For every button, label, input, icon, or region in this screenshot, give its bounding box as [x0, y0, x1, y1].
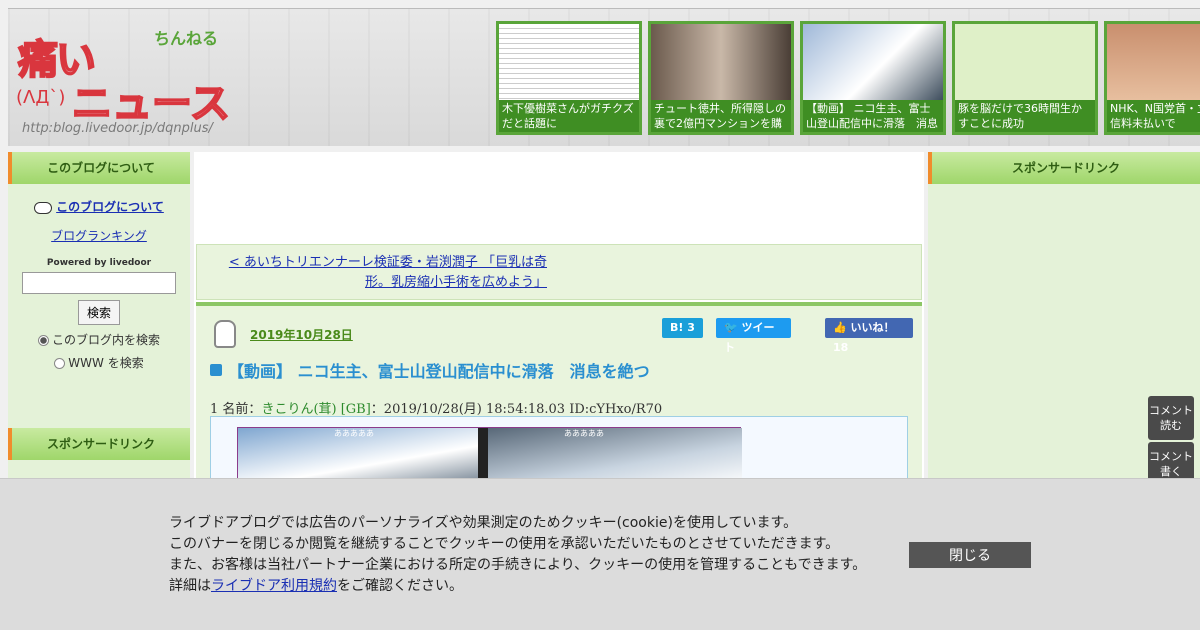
thumbnail-caption: チュート徳井、所得隠しの裏で2億円マンションを購 [651, 100, 791, 132]
post-name-label: 名前： [222, 402, 262, 417]
like-label: いいね！ [850, 321, 895, 334]
video-icon [210, 364, 222, 376]
featured-thumbnail[interactable]: チュート徳井、所得隠しの裏で2億円マンションを購 [648, 21, 794, 135]
post-meta: ：2019/10/28(月) 18:54:18.03 ID:cYHxo/R70 [370, 402, 663, 417]
post-number: 1 [210, 402, 219, 417]
logo-url: http:blog.livedoor.jp/dqnplus/ [22, 121, 213, 136]
about-link[interactable]: このブログについて [56, 200, 164, 214]
thumbnail-caption: 【動画】 ニコ生主、富士山登山配信中に滑落 消息を [803, 100, 943, 132]
cookie-line-2: このバナーを閉じるか閲覧を継続することでクッキーの使用を承認いただいたものとさせ… [169, 536, 840, 552]
face-icon [34, 201, 53, 214]
prev-article-link[interactable]: < あいちトリエンナーレ検証委・岩渕潤子 「巨乳は奇形。乳房縮小手術を広めよう」 [227, 253, 547, 293]
terms-link[interactable]: ライブドア利用規約 [211, 578, 337, 594]
blog-page: 痛い ちんねる (ΛД`) ニュース http:blog.livedoor.jp… [0, 0, 1200, 630]
featured-thumbnail[interactable]: NHK、N国党首・立氏を受信料未払いで [1104, 21, 1200, 135]
facebook-like-button[interactable]: 👍 いいね！ 18 [825, 318, 913, 354]
search-blog-option[interactable]: このブログ内を検索 [14, 331, 184, 348]
search-www-label: WWW を検索 [68, 356, 144, 370]
cookie-banner: ライブドアブログでは広告のパーソナライズや効果測定のためクッキー(cookie)… [0, 478, 1200, 630]
radio-unselected-icon[interactable] [54, 358, 66, 369]
video-caption-left: あああああ [334, 429, 374, 438]
video-caption-right: あああああ [564, 429, 604, 438]
featured-thumbnail[interactable]: 木下優樹菜さんがガチクズだと話題に [496, 21, 642, 135]
logo-sub-text: ちんねる [154, 29, 219, 48]
cookie-line-1: ライブドアブログでは広告のパーソナライズや効果測定のためクッキー(cookie)… [169, 515, 798, 531]
featured-thumbnails: 木下優樹菜さんがガチクズだと話題に チュート徳井、所得隠しの裏で2億円マンション… [496, 21, 1200, 135]
thumbnail-image [1107, 24, 1200, 102]
article-title[interactable]: 【動画】 ニコ生主、富士山登山配信中に滑落 消息を絶つ [228, 362, 650, 381]
cookie-message: ライブドアブログでは広告のパーソナライズや効果測定のためクッキー(cookie)… [169, 513, 866, 597]
thumbnail-image [803, 24, 943, 102]
hatena-bookmark-button[interactable]: B! 3 [662, 318, 703, 338]
sponsor-heading-left: スポンサードリンク [8, 428, 190, 460]
thumbnail-image [955, 24, 1095, 102]
thumbnail-caption: NHK、N国党首・立氏を受信料未払いで [1107, 100, 1200, 132]
thumbnail-image [499, 24, 639, 102]
search-input[interactable] [22, 272, 176, 294]
twitter-bird-icon: 🐦 [724, 321, 738, 334]
prev-article-box: < あいちトリエンナーレ検証委・岩渕潤子 「巨乳は奇形。乳房縮小手術を広めよう」 [196, 244, 922, 300]
cookie-line-4-suffix: をご確認ください。 [337, 578, 463, 594]
site-logo[interactable]: 痛い ちんねる (ΛД`) ニュース http:blog.livedoor.jp… [14, 25, 234, 136]
cookie-line-4-prefix: 詳細は [169, 578, 211, 594]
ranking-link[interactable]: ブログランキング [14, 227, 184, 244]
article-title-row: 【動画】 ニコ生主、富士山登山配信中に滑落 消息を絶つ [210, 358, 650, 382]
like-count: 18 [833, 341, 849, 354]
hatena-label: B! [670, 321, 684, 334]
article-date[interactable]: 2019年10月28日 [250, 326, 353, 343]
about-box: このブログについて ブログランキング Powered by livedoor 検… [8, 184, 190, 385]
post-author: きこりん(茸) [GB] [261, 402, 371, 417]
tweet-button[interactable]: 🐦 ツイート [716, 318, 791, 354]
cookie-close-button[interactable]: 閉じる [909, 542, 1031, 568]
hatena-count: 3 [687, 321, 695, 334]
search-blog-label: このブログ内を検索 [51, 333, 160, 347]
cookie-line-3: また、お客様は当社パートナー企業における所定の手続きにより、クッキーの使用を管理… [169, 557, 867, 573]
featured-thumbnail[interactable]: 【動画】 ニコ生主、富士山登山配信中に滑落 消息を [800, 21, 946, 135]
featured-thumbnail[interactable]: 豚を脳だけで36時間生かすことに成功 [952, 21, 1098, 135]
sponsor-heading-right: スポンサードリンク [928, 152, 1200, 184]
thumbs-up-icon: 👍 [833, 321, 847, 334]
thumbnail-image [651, 24, 791, 102]
mascot-icon [214, 320, 236, 348]
thumbnail-caption: 木下優樹菜さんがガチクズだと話題に [499, 100, 639, 132]
cookie-line-4: 詳細はライブドア利用規約をご確認ください。 [169, 576, 866, 597]
about-heading: このブログについて [8, 152, 190, 184]
search-button[interactable]: 検索 [77, 300, 120, 325]
post-header: 1 名前：きこりん(茸) [GB]：2019/10/28(月) 18:54:18… [210, 398, 662, 417]
read-comments-button[interactable]: コメント読む [1148, 396, 1194, 440]
thumbnail-caption: 豚を脳だけで36時間生かすことに成功 [955, 100, 1095, 132]
powered-by-livedoor[interactable]: Powered by livedoor [14, 258, 184, 268]
search-www-option[interactable]: WWW を検索 [14, 354, 184, 371]
logo-face-text: (ΛД`) [16, 87, 66, 108]
radio-selected-icon[interactable] [37, 335, 49, 346]
site-header: 痛い ちんねる (ΛД`) ニュース http:blog.livedoor.jp… [8, 8, 1200, 146]
